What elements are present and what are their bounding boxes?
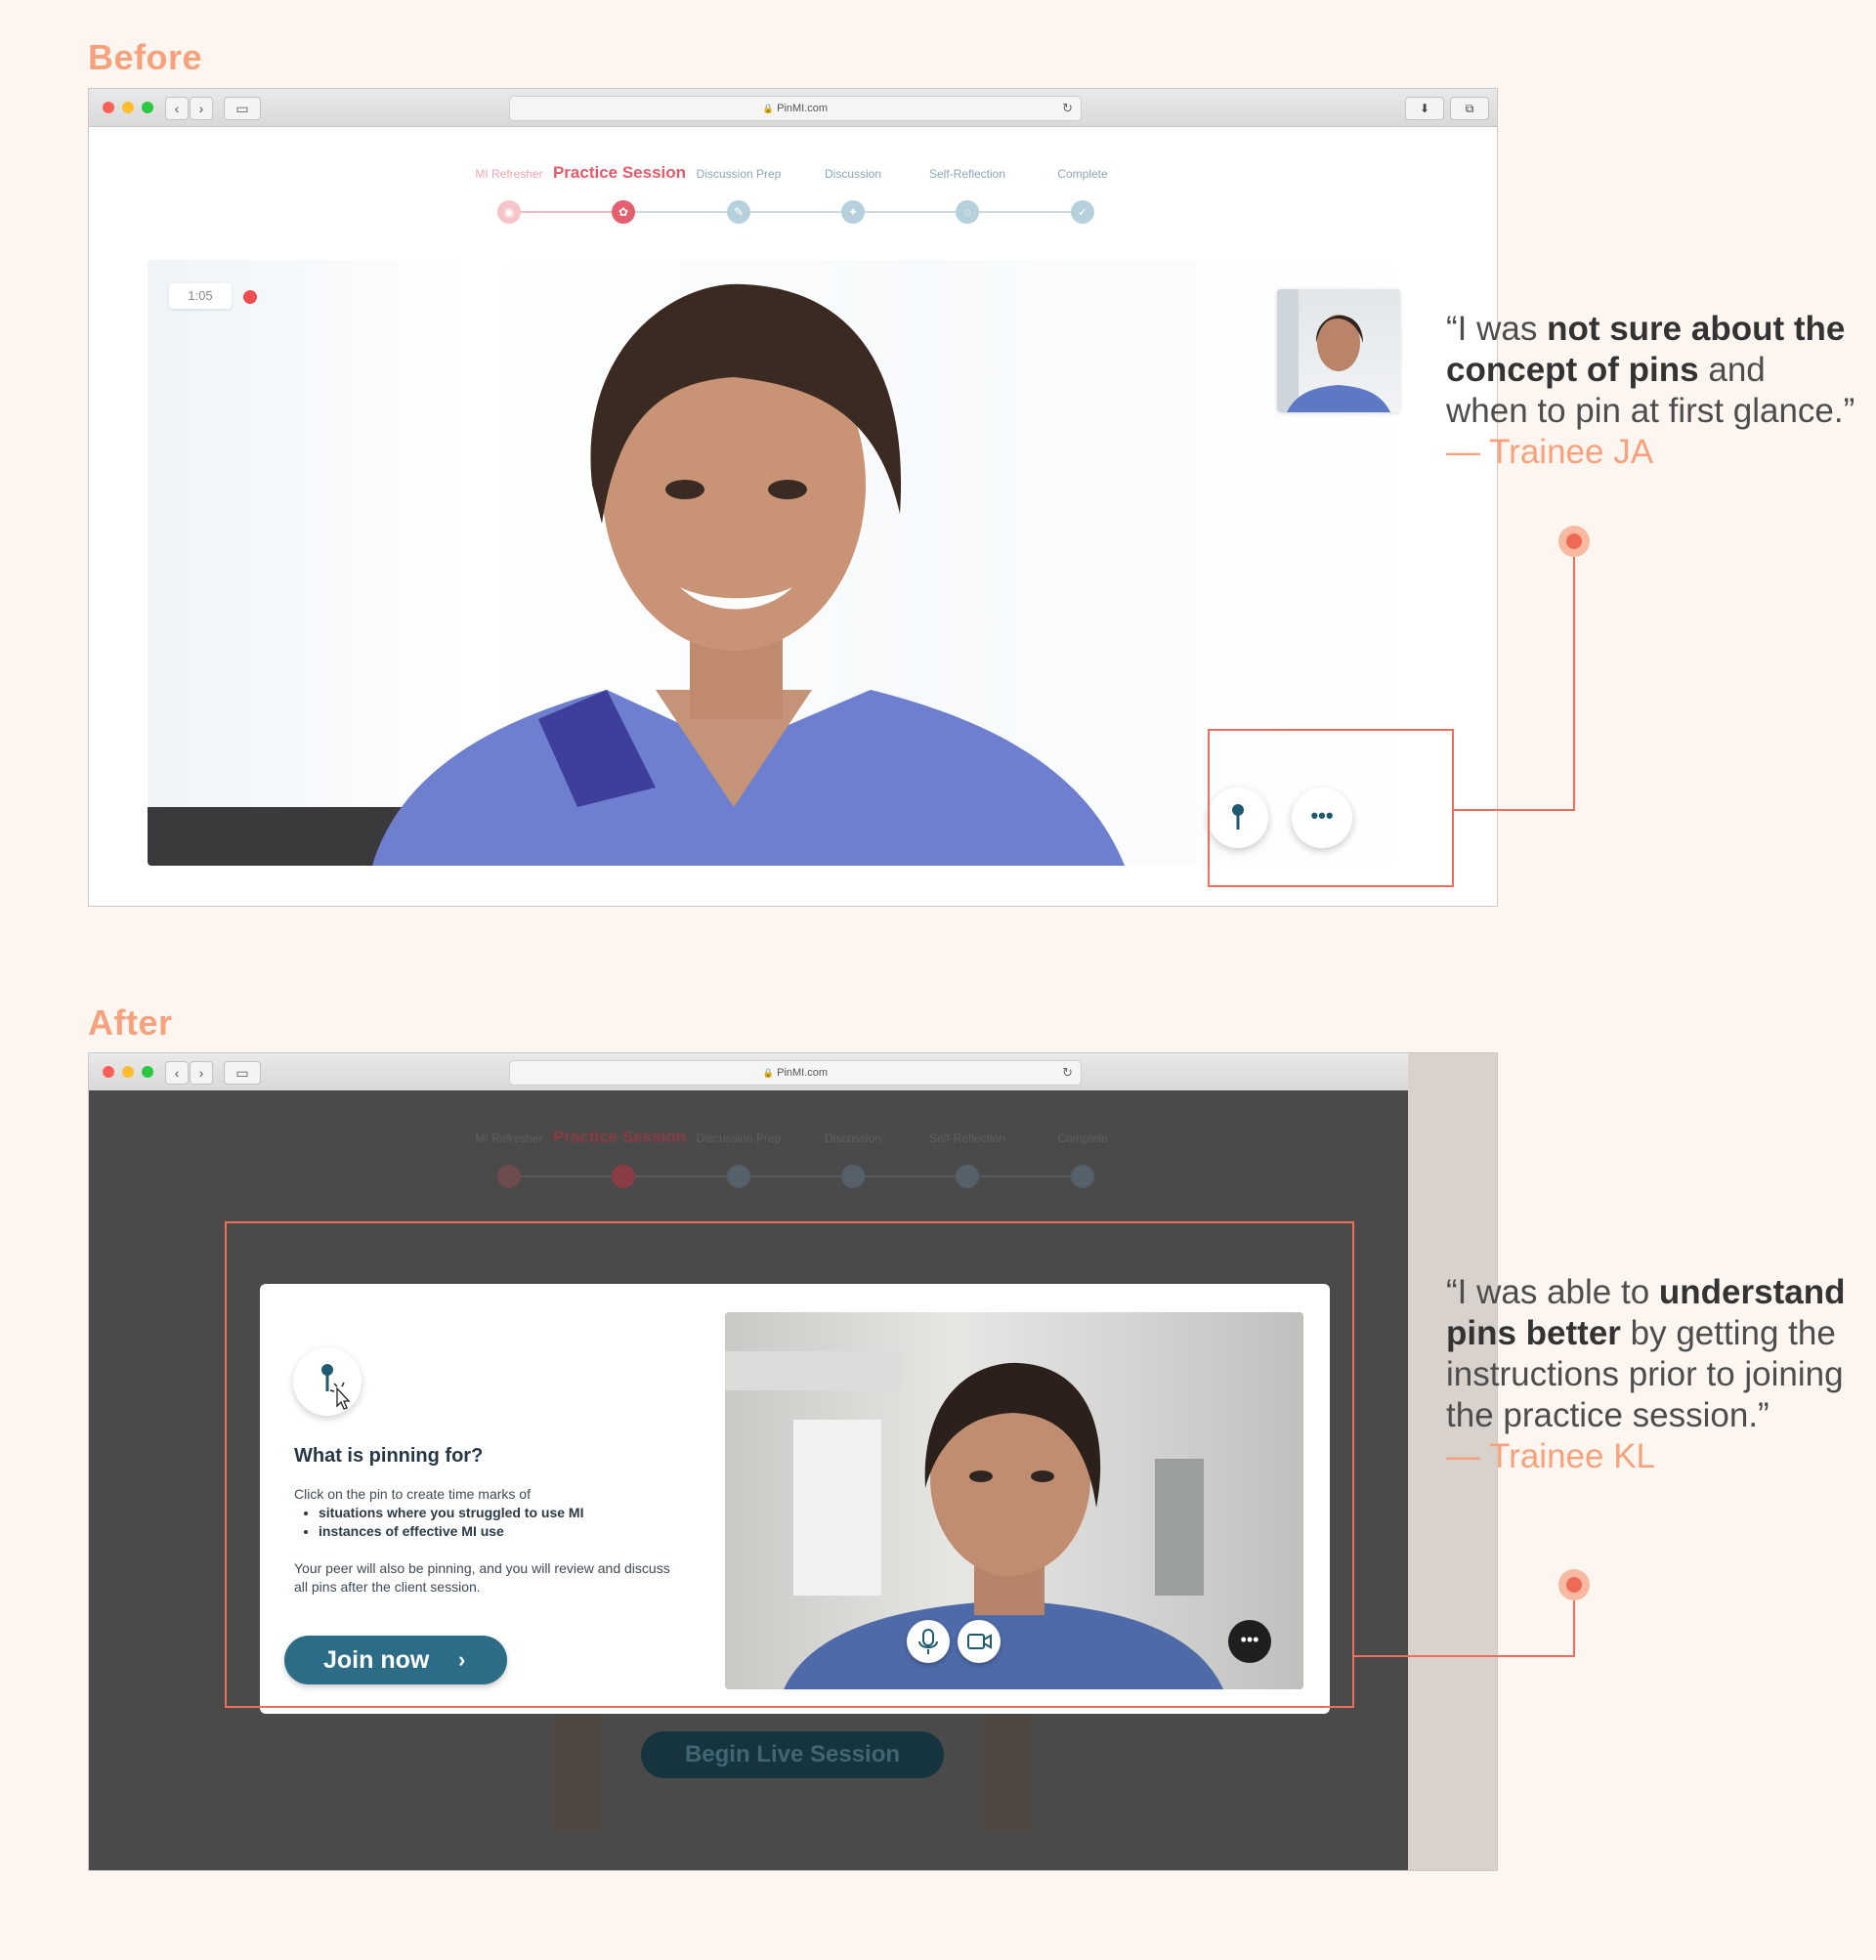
step-label-discussion-prep: Discussion Prep: [696, 1131, 782, 1145]
step-discussion-prep-icon[interactable]: ✎: [727, 200, 750, 224]
step-practice-session-icon[interactable]: ✿: [612, 200, 635, 224]
browser-toolbar: ‹ › ▭ 🔒 PinMI.com ↻ ⬇ ⧉: [89, 89, 1497, 127]
step-complete-icon[interactable]: ✓: [1071, 200, 1094, 224]
background-pillar: [553, 1716, 602, 1833]
step-label-mi-refresher: MI Refresher: [475, 167, 543, 181]
step-label-discussion: Discussion: [824, 1131, 882, 1145]
before-connector-anchor: [1558, 526, 1590, 557]
sidebar-toggle-button[interactable]: ▭: [224, 97, 261, 120]
after-quote-attribution: — Trainee KL: [1446, 1437, 1655, 1475]
before-highlight-box: [1208, 729, 1454, 887]
background-pillar: [983, 1716, 1032, 1833]
step-self-reflection-icon: [956, 1165, 979, 1188]
after-connector-horizontal: [1352, 1655, 1575, 1657]
address-bar[interactable]: 🔒 PinMI.com ↻: [509, 1060, 1082, 1086]
minimize-window-button[interactable]: [122, 102, 134, 113]
before-quote: “I was not sure about the concept of pin…: [1446, 309, 1856, 473]
step-label-practice-session: Practice Session: [552, 1128, 687, 1146]
zoom-window-button[interactable]: [142, 1066, 153, 1078]
close-window-button[interactable]: [103, 1066, 114, 1078]
step-label-complete: Complete: [1057, 1131, 1108, 1145]
session-timer: 1:05: [169, 283, 232, 309]
step-discussion-icon: [841, 1165, 865, 1188]
begin-live-session-button: Begin Live Session: [641, 1731, 944, 1778]
close-window-button[interactable]: [103, 102, 114, 113]
lock-icon: 🔒: [762, 104, 775, 113]
before-quote-open: “I was: [1446, 310, 1548, 348]
minimize-window-button[interactable]: [122, 1066, 134, 1078]
recording-indicator: [243, 290, 257, 304]
self-view-portrait: [1277, 289, 1390, 412]
step-label-self-reflection: Self-Reflection: [928, 1131, 1006, 1145]
step-label-mi-refresher: MI Refresher: [475, 1131, 543, 1145]
browser-toolbar: ‹ › ▭ 🔒 PinMI.com ↻: [89, 1053, 1497, 1091]
step-label-complete: Complete: [1057, 167, 1108, 181]
progress-stepper: MI Refresher Practice Session Discussion…: [89, 126, 1497, 234]
zoom-window-button[interactable]: [142, 102, 153, 113]
url-text: PinMI.com: [777, 1067, 829, 1079]
step-discussion-icon[interactable]: ✦: [841, 200, 865, 224]
step-label-self-reflection: Self-Reflection: [928, 167, 1006, 181]
step-label-discussion: Discussion: [824, 167, 882, 181]
step-practice-session-icon: [612, 1165, 635, 1188]
reload-icon[interactable]: ↻: [1062, 1061, 1073, 1085]
step-complete-icon: [1071, 1165, 1094, 1188]
before-connector-horizontal: [1452, 809, 1575, 811]
download-button[interactable]: ⬇: [1405, 97, 1444, 120]
stepper-line: [509, 1175, 1083, 1177]
step-label-practice-session: Practice Session: [552, 163, 687, 182]
step-discussion-prep-icon: [727, 1165, 750, 1188]
before-quote-attribution: — Trainee JA: [1446, 433, 1654, 471]
sidebar-toggle-button[interactable]: ▭: [224, 1061, 261, 1085]
forward-button[interactable]: ›: [190, 97, 213, 120]
before-connector-vertical: [1573, 543, 1575, 811]
address-bar[interactable]: 🔒 PinMI.com ↻: [509, 96, 1082, 121]
step-mi-refresher-icon[interactable]: ◉: [497, 200, 521, 224]
dimmed-progress-stepper: MI Refresher Practice Session Discussion…: [89, 1090, 1408, 1198]
after-section-label: After: [88, 1002, 173, 1043]
lock-icon: 🔒: [762, 1068, 775, 1078]
after-connector-anchor: [1558, 1569, 1590, 1600]
after-quote: “I was able to understand pins better by…: [1446, 1272, 1856, 1477]
back-button[interactable]: ‹: [165, 97, 189, 120]
tabs-overview-button[interactable]: ⧉: [1450, 97, 1489, 120]
step-mi-refresher-icon: [497, 1165, 521, 1188]
reload-icon[interactable]: ↻: [1062, 97, 1073, 120]
url-text: PinMI.com: [777, 103, 829, 114]
back-button[interactable]: ‹: [165, 1061, 189, 1085]
after-quote-open: “I was able to: [1446, 1273, 1659, 1311]
after-highlight-box: [225, 1221, 1354, 1708]
step-label-discussion-prep: Discussion Prep: [696, 167, 782, 181]
before-section-label: Before: [88, 37, 203, 77]
step-self-reflection-icon[interactable]: ◌: [956, 200, 979, 224]
forward-button[interactable]: ›: [190, 1061, 213, 1085]
self-view-thumbnail: [1277, 289, 1400, 412]
stepper-line: [509, 211, 623, 213]
